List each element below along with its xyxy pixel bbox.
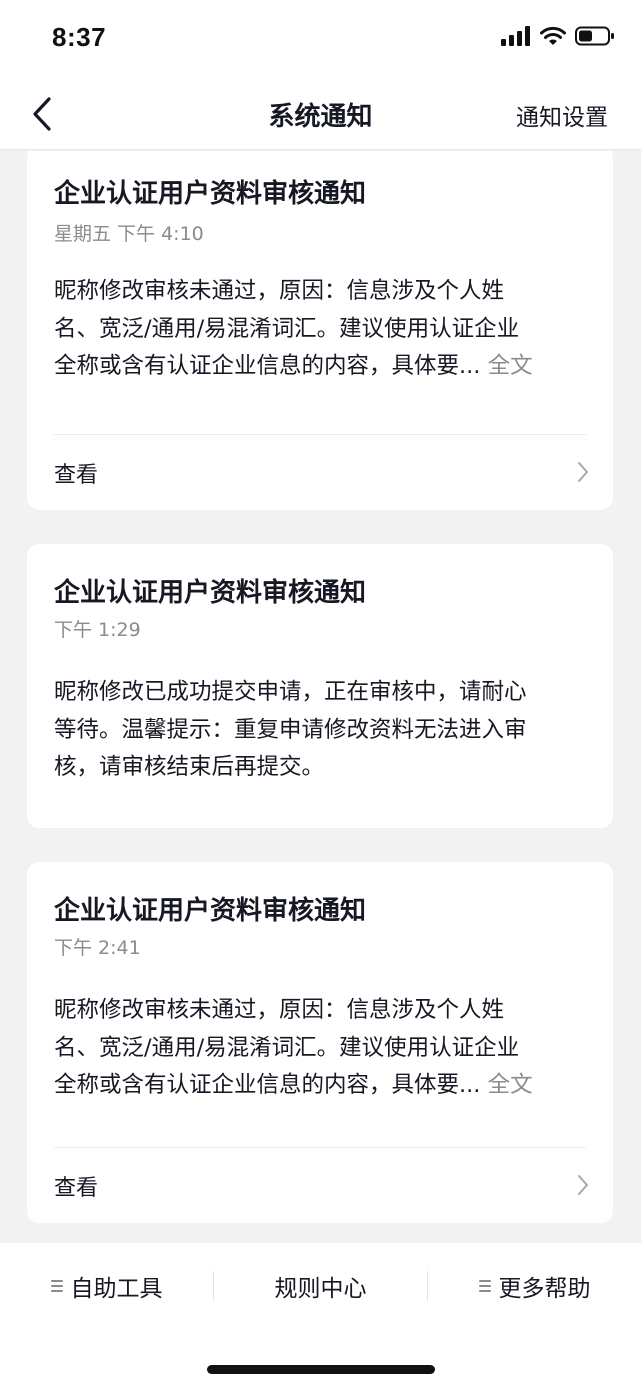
notification-settings-button[interactable]: 通知设置 bbox=[516, 98, 608, 132]
full-text-link[interactable]: 全文 bbox=[488, 1072, 533, 1098]
status-time: 8:37 bbox=[52, 22, 107, 52]
tab-rules-center[interactable]: 规则中心 bbox=[214, 1269, 427, 1303]
menu-icon bbox=[478, 1280, 491, 1292]
status-icons bbox=[501, 26, 615, 46]
view-row[interactable]: 查看 bbox=[27, 1148, 613, 1224]
notification-card: 企业认证用户资料审核通知 星期五 下午 4:10 昵称修改审核未通过，原因：信息… bbox=[27, 151, 613, 510]
notification-time: 下午 1:29 bbox=[54, 619, 141, 641]
tab-more-help[interactable]: 更多帮助 bbox=[428, 1269, 641, 1303]
notification-title: 企业认证用户资料审核通知 bbox=[54, 896, 367, 926]
tab-label: 自助工具 bbox=[70, 1276, 163, 1302]
menu-icon bbox=[50, 1280, 63, 1292]
notification-body: 昵称修改审核未通过，原因：信息涉及个人姓 名、宽泛/通用/易混淆词汇。建议使用认… bbox=[54, 992, 584, 1105]
notification-body-text: 昵称修改审核未通过，原因：信息涉及个人姓 名、宽泛/通用/易混淆词汇。建议使用认… bbox=[54, 278, 520, 379]
status-bar: 8:37 bbox=[0, 0, 641, 78]
notification-body: 昵称修改已成功提交申请，正在审核中，请耐心 等待。温馨提示：重复申请修改资料无法… bbox=[54, 679, 527, 780]
notification-title: 企业认证用户资料审核通知 bbox=[54, 179, 367, 209]
view-label: 查看 bbox=[54, 1176, 99, 1201]
full-text-link[interactable]: 全文 bbox=[488, 353, 533, 379]
tab-label: 规则中心 bbox=[274, 1276, 367, 1302]
chevron-right-icon bbox=[578, 462, 588, 482]
nav-bar: 系统通知 通知设置 bbox=[0, 78, 641, 150]
notification-body-text: 昵称修改审核未通过，原因：信息涉及个人姓 名、宽泛/通用/易混淆词汇。建议使用认… bbox=[54, 997, 520, 1098]
notification-list[interactable]: 企业认证用户资料审核通知 星期五 下午 4:10 昵称修改审核未通过，原因：信息… bbox=[0, 151, 641, 1243]
notification-time: 星期五 下午 4:10 bbox=[54, 223, 204, 245]
notification-title: 企业认证用户资料审核通知 bbox=[54, 578, 367, 608]
notification-card: 企业认证用户资料审核通知 下午 1:29 昵称修改已成功提交申请，正在审核中，请… bbox=[27, 544, 613, 828]
notification-body: 昵称修改审核未通过，原因：信息涉及个人姓 名、宽泛/通用/易混淆词汇。建议使用认… bbox=[54, 273, 584, 386]
tab-label: 更多帮助 bbox=[498, 1276, 591, 1302]
battery-icon bbox=[575, 26, 614, 46]
view-row[interactable]: 查看 bbox=[27, 435, 613, 511]
wifi-icon bbox=[540, 26, 566, 45]
tab-self-service-tools[interactable]: 自助工具 bbox=[0, 1269, 213, 1303]
view-label: 查看 bbox=[54, 463, 99, 488]
cellular-signal-icon bbox=[501, 26, 530, 46]
notification-card: 企业认证用户资料审核通知 下午 2:41 昵称修改审核未通过，原因：信息涉及个人… bbox=[27, 862, 613, 1223]
notification-time: 下午 2:41 bbox=[54, 937, 141, 959]
home-indicator[interactable] bbox=[207, 1365, 435, 1374]
chevron-right-icon bbox=[578, 1175, 588, 1195]
